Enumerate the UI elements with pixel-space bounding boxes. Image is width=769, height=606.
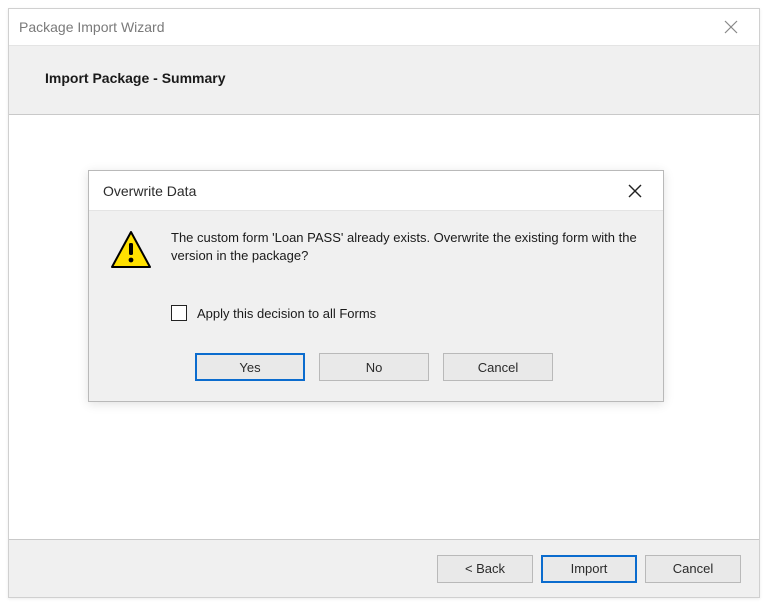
apply-all-label: Apply this decision to all Forms bbox=[197, 306, 376, 321]
back-button[interactable]: < Back bbox=[437, 555, 533, 583]
dialog-message: The custom form 'Loan PASS' already exis… bbox=[171, 229, 639, 264]
page-title: Import Package - Summary bbox=[45, 70, 723, 86]
window-close-button[interactable] bbox=[713, 9, 749, 45]
overwrite-dialog: Overwrite Data The custom form 'Loan PAS… bbox=[88, 170, 664, 402]
import-button[interactable]: Import bbox=[541, 555, 637, 583]
yes-button[interactable]: Yes bbox=[195, 353, 305, 381]
close-icon bbox=[628, 184, 642, 198]
dialog-buttons: Yes No Cancel bbox=[109, 353, 639, 381]
warning-icon bbox=[109, 229, 153, 273]
apply-all-checkbox[interactable] bbox=[171, 305, 187, 321]
dialog-titlebar: Overwrite Data bbox=[89, 171, 663, 211]
dialog-close-button[interactable] bbox=[615, 173, 655, 209]
dialog-message-row: The custom form 'Loan PASS' already exis… bbox=[109, 229, 639, 273]
close-icon bbox=[724, 20, 738, 34]
titlebar: Package Import Wizard bbox=[9, 9, 759, 45]
dialog-cancel-button[interactable]: Cancel bbox=[443, 353, 553, 381]
wizard-footer: < Back Import Cancel bbox=[9, 539, 759, 597]
dialog-title: Overwrite Data bbox=[103, 183, 196, 199]
window-title: Package Import Wizard bbox=[19, 19, 165, 35]
apply-all-row: Apply this decision to all Forms bbox=[171, 305, 639, 321]
dialog-body: The custom form 'Loan PASS' already exis… bbox=[89, 211, 663, 401]
no-button[interactable]: No bbox=[319, 353, 429, 381]
cancel-button[interactable]: Cancel bbox=[645, 555, 741, 583]
wizard-header: Import Package - Summary bbox=[9, 45, 759, 115]
